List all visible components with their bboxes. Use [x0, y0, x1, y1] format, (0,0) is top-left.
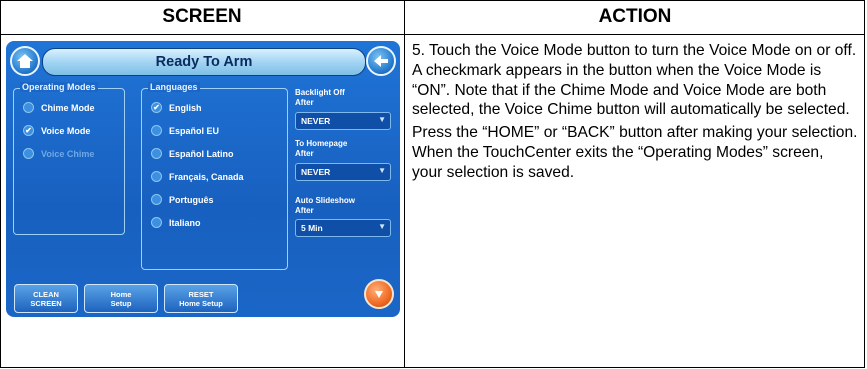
next-button[interactable] [364, 279, 394, 309]
chevron-down-icon: ▼ [378, 222, 386, 231]
homepage-label-line2: After [295, 149, 314, 158]
radio-bullet-icon [151, 148, 162, 159]
home-icon [17, 54, 33, 68]
voice-mode-label: Voice Mode [41, 125, 91, 136]
homepage-select[interactable]: NEVER ▼ [295, 163, 391, 181]
chime-mode-label: Chime Mode [41, 102, 95, 113]
radio-bullet-icon [151, 125, 162, 136]
backlight-select[interactable]: NEVER ▼ [295, 112, 391, 130]
action-column-header: ACTION [598, 6, 672, 27]
column-divider [404, 0, 405, 368]
action-text: 5. Touch the Voice Mode button to turn t… [412, 41, 858, 186]
language-label: Français, Canada [169, 171, 244, 182]
action-paragraph-1: 5. Touch the Voice Mode button to turn t… [412, 42, 857, 119]
home-button[interactable] [10, 46, 40, 76]
homepage-label: To Homepage After [295, 139, 347, 159]
language-espanol-eu-button[interactable]: Español EU [151, 125, 219, 136]
status-bar: Ready To Arm [42, 48, 366, 76]
slideshow-label-line1: Auto Slideshow [295, 196, 355, 205]
radio-bullet-icon [23, 102, 34, 113]
language-espanol-latino-button[interactable]: Español Latino [151, 148, 234, 159]
chime-mode-button[interactable]: Chime Mode [23, 102, 95, 113]
radio-bullet-icon [151, 171, 162, 182]
language-label: Español EU [169, 125, 220, 136]
reset-line1: RESET [188, 289, 214, 299]
language-label: Italiano [169, 217, 201, 228]
header-divider [0, 34, 865, 35]
backlight-label: Backlight Off After [295, 88, 345, 108]
language-francais-button[interactable]: Français, Canada [151, 171, 244, 182]
back-button[interactable] [366, 46, 396, 76]
check-icon: ✔ [151, 102, 162, 113]
radio-bullet-icon [151, 217, 162, 228]
language-italiano-button[interactable]: Italiano [151, 217, 201, 228]
backlight-label-line2: After [295, 98, 314, 107]
voice-mode-button[interactable]: ✔ Voice Mode [23, 125, 90, 136]
voice-chime-label: Voice Chime [41, 148, 95, 159]
reset-home-setup-button[interactable]: RESET Home Setup [164, 284, 238, 313]
slideshow-select[interactable]: 5 Min ▼ [295, 219, 391, 237]
language-english-button[interactable]: ✔ English [151, 102, 202, 113]
clean-line1: CLEAN [33, 289, 59, 299]
languages-label: Languages [148, 82, 200, 92]
slideshow-label: Auto Slideshow After [295, 196, 355, 216]
chevron-down-icon: ▼ [378, 166, 386, 175]
status-title: Ready To Arm [155, 54, 253, 70]
operating-modes-label: Operating Modes [20, 82, 98, 92]
slideshow-value: 5 Min [301, 223, 323, 233]
check-icon: ✔ [23, 125, 34, 136]
home-setup-line1: Home [110, 289, 132, 299]
screen-column-header: SCREEN [162, 6, 242, 27]
radio-bullet-icon [151, 194, 162, 205]
touch-screen: Ready To Arm Operating Modes Chime Mode … [6, 41, 400, 317]
voice-chime-button[interactable]: Voice Chime [23, 148, 94, 159]
language-label: English [169, 102, 202, 113]
chevron-down-icon: ▼ [378, 115, 386, 124]
back-arrow-icon [374, 55, 388, 67]
backlight-value: NEVER [301, 116, 331, 126]
language-label: Español Latino [169, 148, 234, 159]
clean-screen-button[interactable]: CLEAN SCREEN [14, 284, 78, 313]
home-setup-line2: Setup [110, 298, 132, 308]
language-label: Português [169, 194, 214, 205]
homepage-value: NEVER [301, 167, 331, 177]
language-portugues-button[interactable]: Português [151, 194, 214, 205]
home-setup-button[interactable]: Home Setup [84, 284, 158, 313]
slideshow-label-line2: After [295, 206, 314, 215]
next-arrow-icon [375, 291, 383, 298]
clean-line2: SCREEN [30, 298, 62, 308]
backlight-label-line1: Backlight Off [295, 88, 345, 97]
reset-line2: Home Setup [179, 298, 223, 308]
radio-bullet-icon [23, 148, 34, 159]
homepage-label-line1: To Homepage [295, 139, 348, 148]
action-paragraph-2: Press the “HOME” or “BACK” button after … [412, 124, 858, 181]
